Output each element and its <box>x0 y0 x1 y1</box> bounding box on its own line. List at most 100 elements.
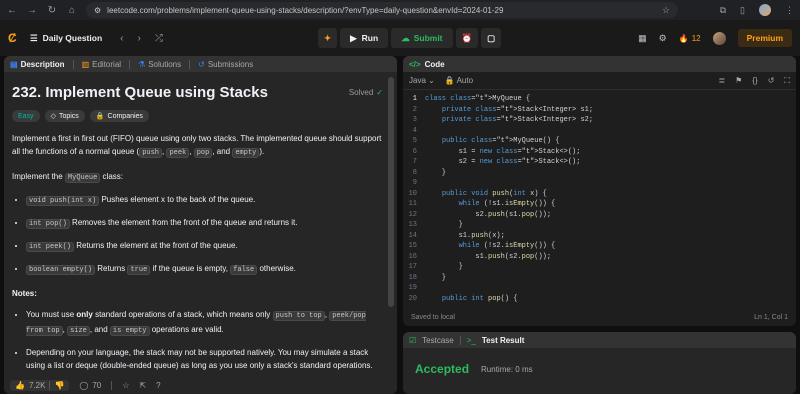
tab-editorial[interactable]: ▥ Editorial <box>82 60 121 69</box>
cursor-position: Ln 1, Col 1 <box>754 313 788 321</box>
layout-grid-icon[interactable]: ▦ <box>638 33 647 44</box>
result-panel: ☑ Testcase >_ Test Result Accepted Runti… <box>403 332 796 394</box>
code-editor[interactable]: 1 class class="t">MyQueue {2 private clas… <box>403 90 796 304</box>
language-select[interactable]: Java ⌄ <box>409 76 435 85</box>
code-brackets-icon: </> <box>409 59 421 69</box>
debug-button[interactable]: ✦ <box>318 28 338 48</box>
code-line[interactable]: 10 public void push(int x) { <box>403 189 796 200</box>
code-tab-label[interactable]: Code <box>425 60 445 69</box>
code-line[interactable]: 18 } <box>403 273 796 284</box>
code-line[interactable]: 11 while (!s1.isEmpty()) { <box>403 199 796 210</box>
implement-line: Implement the MyQueue class: <box>12 170 383 185</box>
checkbox-icon: ☑ <box>409 335 417 345</box>
thumbs-down-icon[interactable]: 👎 <box>54 381 64 390</box>
reset-icon[interactable]: ↺ <box>768 76 775 86</box>
code-line[interactable]: 1 class class="t">MyQueue { <box>403 94 796 105</box>
code-text: s1.push(s2.pop()); <box>425 252 552 261</box>
extensions-icon[interactable]: ⧉ <box>720 5 726 16</box>
check-circle-icon: ✓ <box>376 88 383 97</box>
tab-submissions-label: Submissions <box>207 59 254 69</box>
code-text: private class="t">Stack<Integer> s2; <box>441 116 594 124</box>
code-text: } <box>425 168 447 177</box>
star-icon[interactable]: ☆ <box>122 381 129 390</box>
code-line[interactable]: 14 s1.push(x); <box>403 231 796 242</box>
braces-icon[interactable]: {} <box>752 76 757 86</box>
tab-description[interactable]: ▤ Description <box>10 60 65 69</box>
help-icon[interactable]: ? <box>156 381 160 390</box>
line-number: 19 <box>408 284 417 292</box>
code-text: } <box>425 273 447 282</box>
run-button[interactable]: ▶ Run <box>340 28 389 48</box>
companies-tag[interactable]: 🔒 Companies <box>89 110 149 122</box>
daily-question-link[interactable]: ☰ Daily Question <box>30 33 102 44</box>
fullscreen-icon[interactable]: ⛶ <box>784 76 790 86</box>
settings-gear-icon[interactable]: ⚙ <box>659 33 667 44</box>
reload-icon[interactable]: ↻ <box>46 5 58 16</box>
code-text: while (!s1.isEmpty()) { <box>458 200 556 208</box>
timer-button[interactable]: ⏰ <box>455 28 479 48</box>
comments-button[interactable]: ◯ 70 <box>79 381 101 390</box>
code-line[interactable]: 8 } <box>403 168 796 179</box>
lock-icon: 🔒 <box>95 113 105 120</box>
share-icon[interactable]: ⇱ <box>139 381 146 390</box>
address-bar[interactable]: ⚙ leetcode.com/problems/implement-queue-… <box>86 2 678 18</box>
bug-icon: ✦ <box>324 32 332 43</box>
shuffle-icon[interactable]: ⤮ <box>155 33 163 44</box>
code-line[interactable]: 12 s2.push(s1.pop()); <box>403 210 796 221</box>
list-item: void push(int x) Pushes element x to the… <box>26 193 383 208</box>
impl-text: class: <box>100 172 123 181</box>
intro-text: ). <box>259 147 265 156</box>
tab-solutions[interactable]: ⚗ Solutions <box>138 60 181 69</box>
code-line[interactable]: 17 } <box>403 262 796 273</box>
code-line[interactable]: 4 <box>403 126 796 137</box>
code-line[interactable]: 16 s1.push(s2.pop()); <box>403 252 796 263</box>
like-button[interactable]: 👍 7.2K 👎 <box>10 379 70 391</box>
sidebar-icon[interactable]: ▯ <box>740 5 745 16</box>
code-line[interactable]: 20 public int pop() { <box>403 294 796 305</box>
note-text: You must use <box>26 310 77 319</box>
code-text: s2.push(s1.pop()); <box>425 210 552 219</box>
code-line[interactable]: 7 s2 = new class="t">Stack<>(); <box>403 157 796 168</box>
code-line[interactable]: 13 } <box>403 220 796 231</box>
note-text: Depending on your language, the stack ma… <box>26 348 373 370</box>
code-line[interactable]: 15 while (!s2.isEmpty()) { <box>403 241 796 252</box>
leetcode-navbar: Ȼ ☰ Daily Question ‹ › ⤮ ✦ ▶ Run ☁ Submi… <box>0 20 800 56</box>
back-icon[interactable]: ← <box>6 5 18 16</box>
next-question-icon[interactable]: › <box>137 33 140 44</box>
user-avatar[interactable] <box>712 31 726 45</box>
home-icon[interactable]: ⌂ <box>66 5 78 16</box>
inline-code: pop <box>193 148 213 158</box>
tab-submissions[interactable]: ↺ Submissions <box>198 60 253 69</box>
code-line[interactable]: 2 private class="t">Stack<Integer> s1; <box>403 105 796 116</box>
code-line[interactable]: 9 <box>403 178 796 189</box>
tab-test-result[interactable]: Test Result <box>482 336 525 345</box>
line-number: 5 <box>412 137 417 145</box>
streak-counter[interactable]: 🔥 12 <box>679 34 701 43</box>
problem-title[interactable]: 232. Implement Queue using Stacks <box>12 84 268 101</box>
topics-tag[interactable]: ◇ Topics <box>44 110 85 122</box>
list-item: int pop() Removes the element from the f… <box>26 216 383 231</box>
leetcode-logo-icon[interactable]: Ȼ <box>8 31 20 45</box>
scrollbar[interactable] <box>388 77 394 307</box>
line-number: 17 <box>408 263 417 271</box>
submit-button[interactable]: ☁ Submit <box>391 28 453 48</box>
auto-mode-toggle[interactable]: 🔒 Auto <box>445 76 473 85</box>
prev-question-icon[interactable]: ‹ <box>120 33 123 44</box>
menu-icon[interactable]: ⋮ <box>785 5 794 16</box>
topics-label: Topics <box>58 112 79 120</box>
code-line[interactable]: 19 <box>403 283 796 294</box>
profile-avatar[interactable] <box>759 4 771 16</box>
notes-button[interactable]: ▢ <box>481 28 502 48</box>
tab-testcase[interactable]: Testcase <box>422 336 454 345</box>
code-line[interactable]: 5 public class="t">MyQueue() { <box>403 136 796 147</box>
difficulty-tag[interactable]: Easy <box>12 110 40 122</box>
method-text: if the queue is empty, <box>150 264 231 273</box>
site-info-icon[interactable]: ⚙ <box>94 6 101 15</box>
code-line[interactable]: 6 s1 = new class="t">Stack<>(); <box>403 147 796 158</box>
premium-button[interactable]: Premium <box>737 29 792 47</box>
bookmark-star-icon[interactable]: ☆ <box>662 5 670 16</box>
format-icon[interactable]: ≣ <box>718 76 725 86</box>
bookmark-icon[interactable]: ⚑ <box>735 76 742 86</box>
forward-icon[interactable]: → <box>26 5 38 16</box>
code-line[interactable]: 3 private class="t">Stack<Integer> s2; <box>403 115 796 126</box>
